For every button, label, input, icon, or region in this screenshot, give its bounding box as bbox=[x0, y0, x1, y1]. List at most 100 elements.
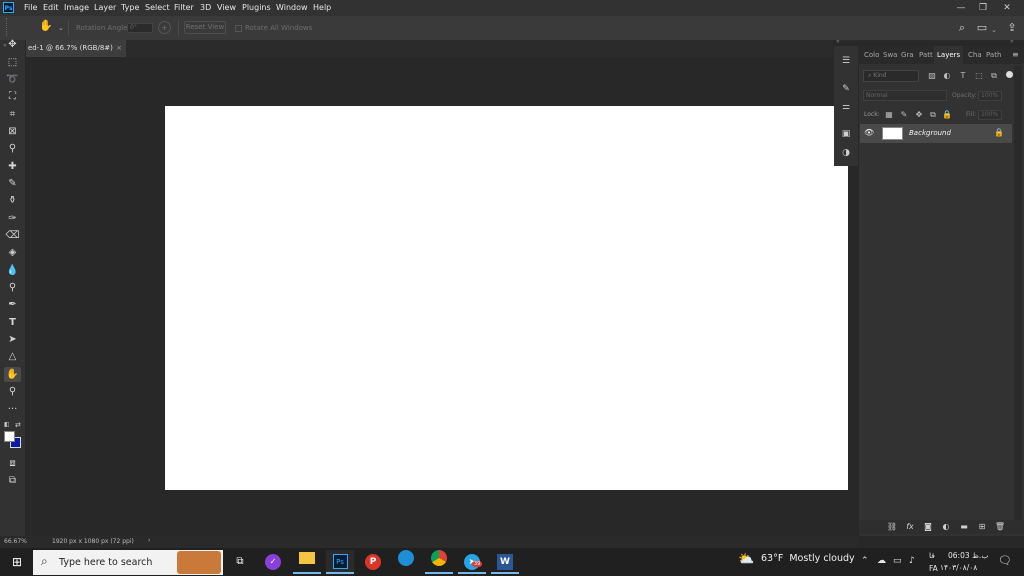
menu-type[interactable]: Type bbox=[121, 3, 139, 12]
share-icon[interactable]: ⇪ bbox=[1004, 20, 1020, 36]
tab-color[interactable]: Colo bbox=[864, 51, 879, 59]
photoshop-taskbar-icon[interactable]: Ps bbox=[326, 550, 354, 574]
layer-style-icon[interactable]: fx bbox=[904, 522, 916, 532]
clone-stamp-tool-icon[interactable]: ⚱ bbox=[4, 193, 21, 208]
type-tool-icon[interactable]: T bbox=[4, 315, 21, 330]
libraries-icon[interactable]: ▣ bbox=[838, 127, 854, 141]
filter-shape-icon[interactable]: ⬚ bbox=[974, 71, 984, 81]
layers-scrollbar[interactable] bbox=[1014, 66, 1022, 528]
close-window-button[interactable]: ✕ bbox=[996, 1, 1018, 15]
trash-icon[interactable]: 🗑 bbox=[994, 522, 1006, 532]
new-adjustment-icon[interactable]: ◐ bbox=[940, 522, 952, 532]
taskbar-search[interactable]: ⌕ Type here to search bbox=[33, 550, 223, 575]
rotation-angle-field[interactable]: 0° bbox=[127, 23, 153, 33]
history-brush-tool-icon[interactable]: ✑ bbox=[4, 211, 21, 226]
move-tool-icon[interactable]: ✥ bbox=[4, 37, 21, 52]
lasso-tool-icon[interactable]: ➰ bbox=[4, 72, 21, 87]
menu-layer[interactable]: Layer bbox=[94, 3, 116, 12]
eraser-tool-icon[interactable]: ⌫ bbox=[4, 228, 21, 243]
menu-view[interactable]: View bbox=[217, 3, 236, 12]
adjustments-icon[interactable]: ☰ bbox=[838, 54, 854, 68]
menu-filter[interactable]: Filter bbox=[174, 3, 194, 12]
rotation-dial-icon[interactable]: + bbox=[158, 21, 171, 34]
tab-gradients[interactable]: Gra bbox=[901, 51, 914, 59]
menu-window[interactable]: Window bbox=[276, 3, 308, 12]
app-red-icon[interactable]: P bbox=[359, 550, 387, 574]
more-tools-icon[interactable]: ··· bbox=[4, 402, 21, 417]
collapse-panel-icon[interactable]: » bbox=[1010, 38, 1014, 45]
restore-button[interactable]: ❐ bbox=[972, 1, 994, 15]
brush-settings-icon[interactable]: ✎ bbox=[838, 82, 854, 96]
new-layer-icon[interactable]: ⊞ bbox=[976, 522, 988, 532]
paint-bucket-tool-icon[interactable]: ◈ bbox=[4, 245, 21, 260]
menu-edit[interactable]: Edit bbox=[43, 3, 59, 12]
language-indicator[interactable]: FA bbox=[929, 564, 938, 573]
clock-time[interactable]: 06:03 ب.ظ bbox=[948, 551, 988, 560]
clock-date[interactable]: ۱۴۰۳/۰۸/۰۸ bbox=[940, 563, 977, 572]
quick-mask-icon[interactable]: ⧈ bbox=[4, 456, 21, 471]
weather-widget[interactable]: 63°F Mostly cloudy bbox=[761, 553, 855, 564]
brush-tool-icon[interactable]: ✎ bbox=[4, 176, 21, 191]
panel-menu-icon[interactable]: ≡ bbox=[1012, 50, 1019, 59]
tab-swatches[interactable]: Swa bbox=[883, 51, 897, 59]
blend-mode-select[interactable]: Normal bbox=[863, 90, 947, 101]
tray-chevron-up-icon[interactable]: ⌃ bbox=[861, 556, 869, 566]
chevron-down-icon[interactable]: ⌄ bbox=[991, 26, 997, 34]
marquee-tool-icon[interactable]: ⬚ bbox=[4, 55, 21, 70]
eyedropper-tool-icon[interactable]: ⚲ bbox=[4, 141, 21, 156]
foreground-color-swatch[interactable] bbox=[4, 431, 15, 442]
document-canvas[interactable] bbox=[165, 106, 848, 490]
filter-smart-object-icon[interactable]: ⧉ bbox=[989, 71, 999, 81]
volume-icon[interactable]: ♪ bbox=[909, 556, 915, 566]
app-purple-icon[interactable]: ✓ bbox=[259, 550, 287, 574]
lock-image-icon[interactable]: ✎ bbox=[899, 110, 909, 120]
status-menu-arrow[interactable]: › bbox=[148, 537, 150, 544]
menu-3d[interactable]: 3D bbox=[200, 3, 211, 12]
menu-file[interactable]: File bbox=[24, 3, 37, 12]
battery-icon[interactable]: ▭ bbox=[893, 556, 902, 566]
menu-plugins[interactable]: Plugins bbox=[242, 3, 271, 12]
search-icon[interactable]: ⌕ bbox=[954, 20, 970, 36]
layer-filter-kind[interactable]: ⌕ Kind bbox=[863, 70, 919, 82]
tab-patterns[interactable]: Patt bbox=[919, 51, 933, 59]
expand-panels-icon[interactable]: « bbox=[836, 38, 840, 45]
windows-start-icon[interactable]: ⊞ bbox=[10, 555, 24, 569]
blur-tool-icon[interactable]: 💧 bbox=[4, 263, 21, 278]
chrome-browser-icon[interactable] bbox=[425, 550, 453, 574]
lock-artboard-icon[interactable]: ⧉ bbox=[928, 110, 938, 120]
menu-select[interactable]: Select bbox=[145, 3, 170, 12]
reset-view-button[interactable]: Reset View bbox=[184, 21, 226, 34]
filter-adjustment-icon[interactable]: ◐ bbox=[942, 71, 952, 81]
word-icon[interactable]: W bbox=[491, 550, 519, 574]
menu-help[interactable]: Help bbox=[313, 3, 331, 12]
opacity-field[interactable]: 100% bbox=[978, 91, 1002, 101]
shape-tool-icon[interactable]: △ bbox=[4, 349, 21, 364]
eye-icon[interactable]: 👁 bbox=[864, 128, 874, 137]
lock-transparent-icon[interactable]: ▦ bbox=[884, 110, 894, 120]
tab-channels[interactable]: Cha bbox=[968, 51, 982, 59]
rotate-all-checkbox[interactable] bbox=[235, 25, 242, 32]
document-tab[interactable]: ed-1 @ 66.7% (RGB/8#) × bbox=[26, 40, 126, 57]
rotate-view-tool-icon[interactable]: ✋ bbox=[38, 18, 54, 34]
close-tab-icon[interactable]: × bbox=[116, 40, 122, 57]
minimize-button[interactable]: — bbox=[950, 1, 972, 15]
new-group-icon[interactable]: ▬ bbox=[958, 522, 970, 532]
color-wheel-icon[interactable]: ◑ bbox=[838, 146, 854, 160]
task-view-icon[interactable]: ⧉ bbox=[226, 550, 254, 574]
path-selection-tool-icon[interactable]: ➤ bbox=[4, 332, 21, 347]
default-colors-icon[interactable]: ◧ bbox=[4, 421, 10, 428]
filter-pixel-icon[interactable]: ▨ bbox=[927, 71, 937, 81]
tab-layers[interactable]: Layers bbox=[934, 46, 964, 64]
lock-all-icon[interactable]: 🔒 bbox=[942, 110, 952, 120]
file-explorer-icon[interactable] bbox=[293, 550, 321, 574]
zoom-level[interactable]: 66.67% bbox=[4, 538, 27, 545]
edge-browser-icon[interactable] bbox=[392, 550, 420, 574]
screen-mode-icon[interactable]: ⧉ bbox=[4, 473, 21, 488]
hand-tool-icon[interactable]: ✋ bbox=[4, 367, 21, 382]
pen-tool-icon[interactable]: ✒ bbox=[4, 297, 21, 312]
frame-tool-icon[interactable]: ⊠ bbox=[4, 124, 21, 139]
notifications-icon[interactable]: 🗨 bbox=[998, 554, 1012, 567]
menu-image[interactable]: Image bbox=[64, 3, 89, 12]
link-layers-icon[interactable]: ⛓ bbox=[886, 522, 898, 532]
swap-colors-icon[interactable]: ⇄ bbox=[15, 421, 21, 429]
